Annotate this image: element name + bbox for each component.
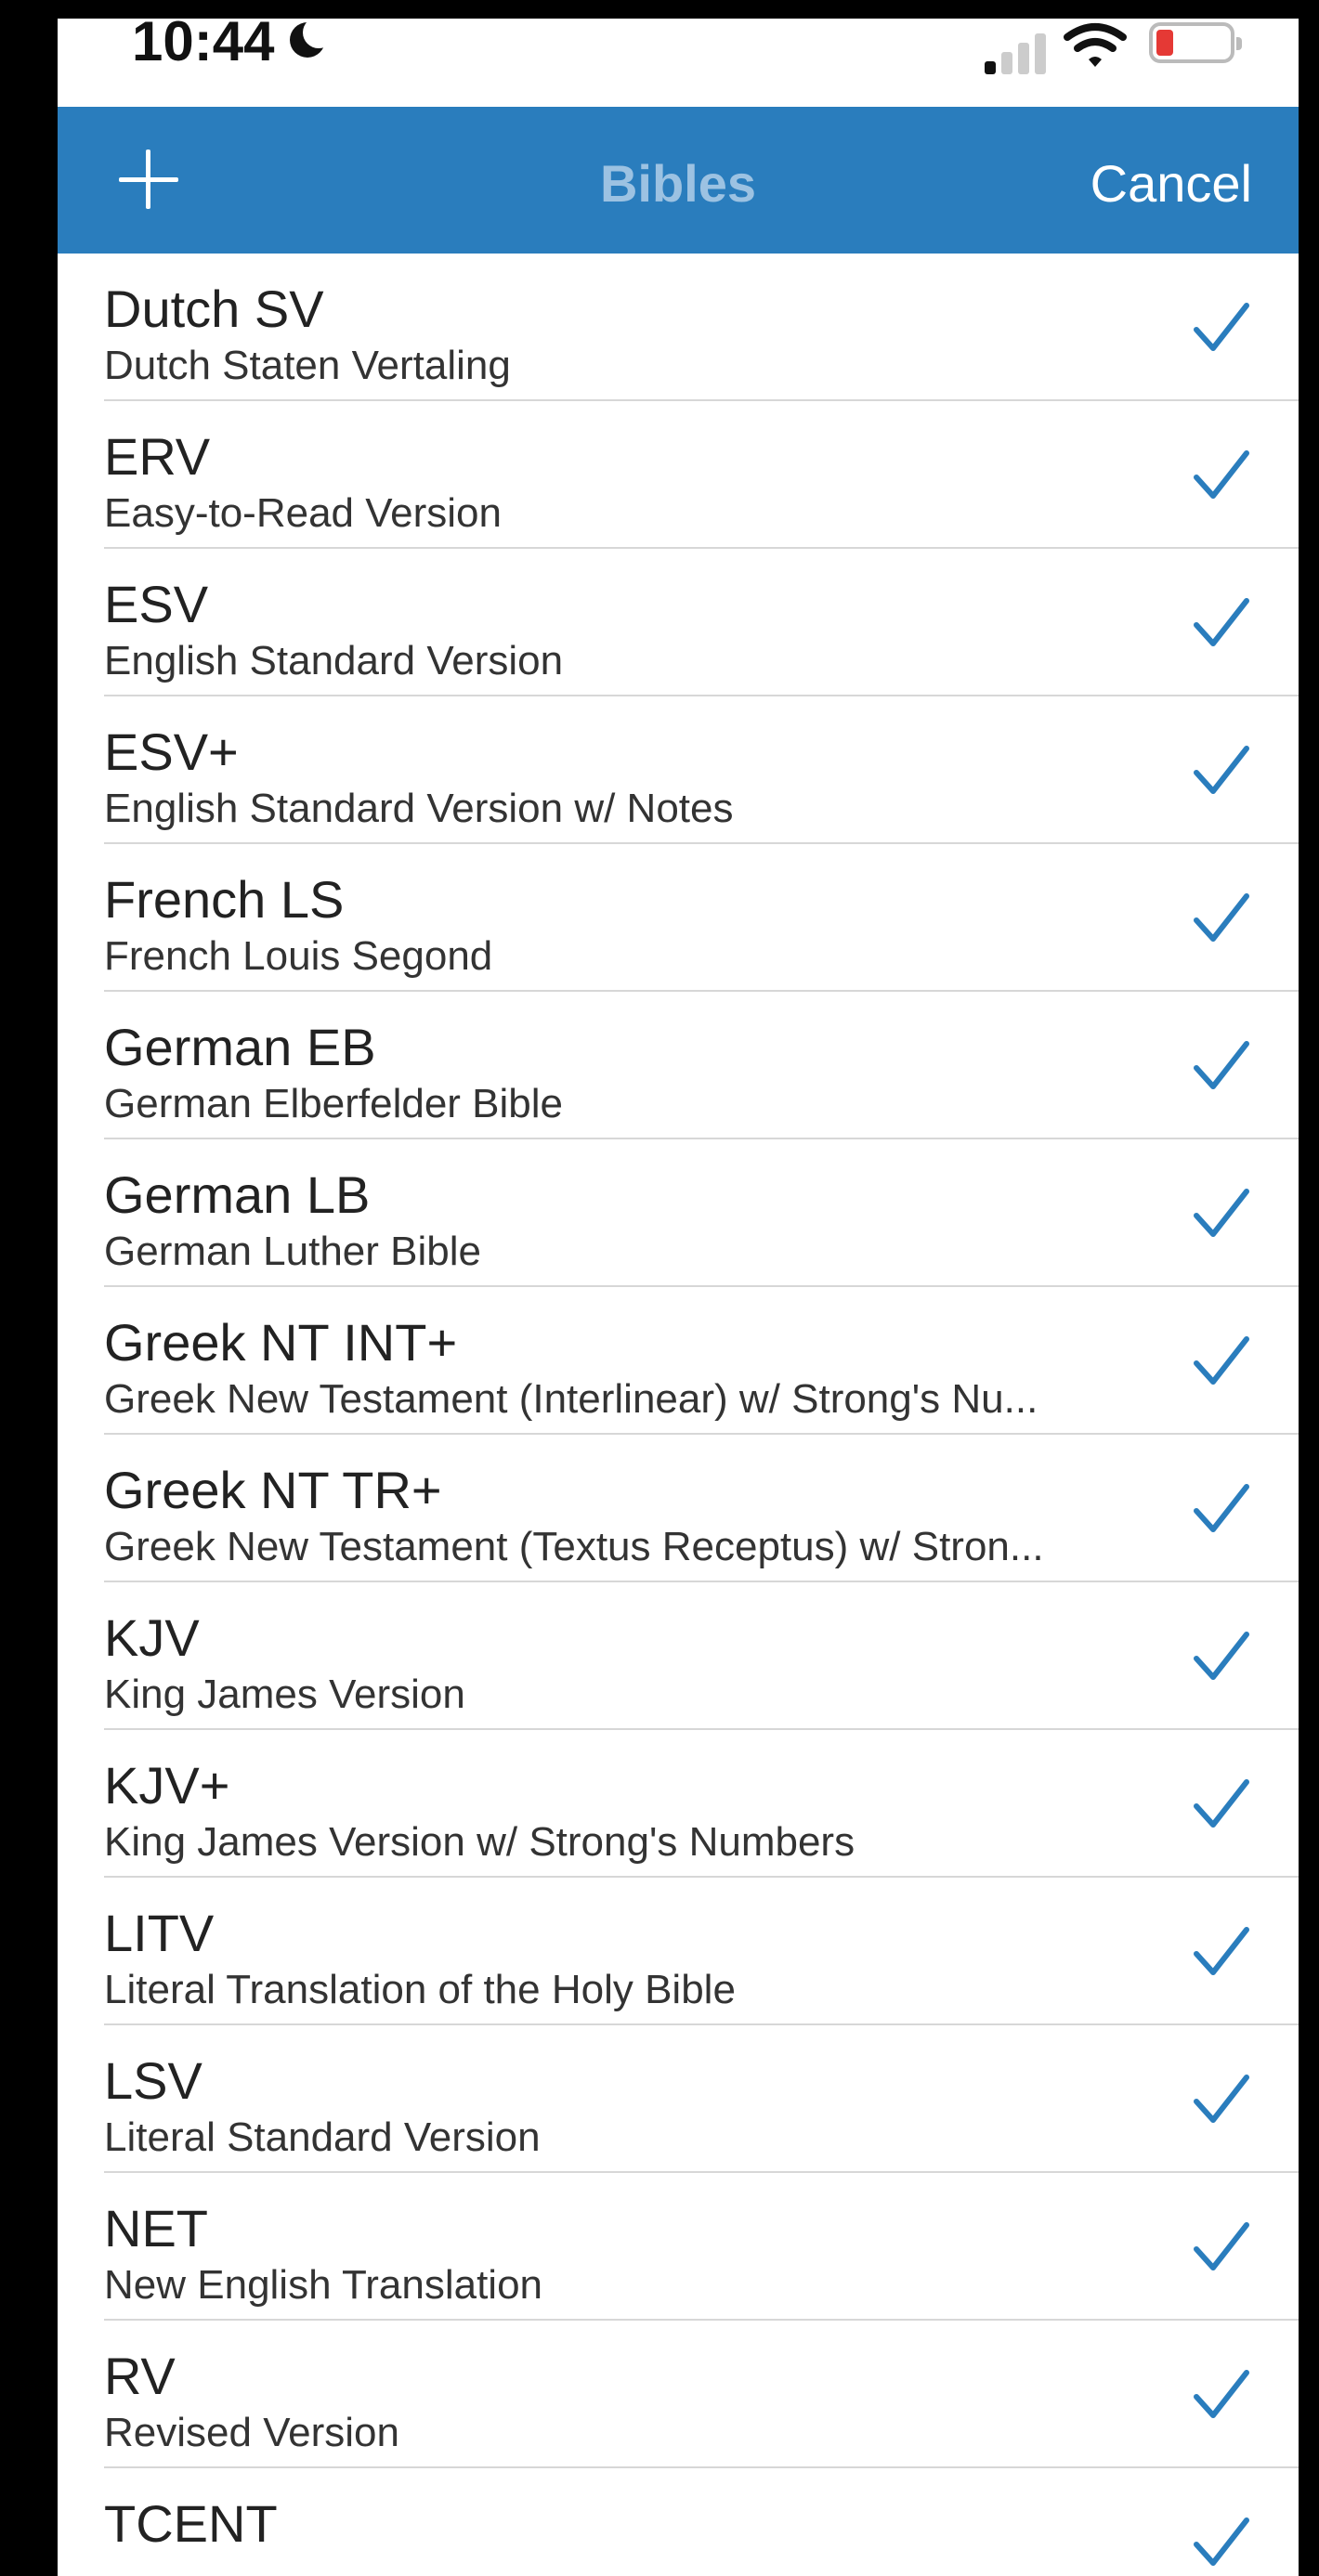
checkmark-icon (1194, 1041, 1249, 1089)
checkmark-icon (1194, 1779, 1249, 1828)
bible-list-item[interactable]: Greek NT INT+ Greek New Testament (Interl… (58, 1287, 1299, 1435)
do-not-disturb-moon-icon (290, 19, 334, 58)
cellular-signal-icon (985, 28, 1050, 74)
bible-list: Dutch SV Dutch Staten Vertaling ERV Easy-to… (58, 254, 1299, 2576)
checkmark-icon (1194, 2222, 1249, 2270)
bible-abbreviation: Dutch SV (104, 280, 324, 338)
bible-full-name: English Standard Version (104, 638, 564, 683)
bible-full-name: Literal Standard Version (104, 2114, 541, 2160)
bible-abbreviation: NET (104, 2199, 208, 2257)
bible-list-item[interactable]: NET New English Translation (58, 2173, 1299, 2321)
checkmark-icon (1194, 1336, 1249, 1385)
bible-abbreviation: TCENT (104, 2494, 278, 2553)
bible-full-name: German Elberfelder Bible (104, 1081, 564, 1126)
bible-full-name: King James Version w/ Strong's Numbers (104, 1819, 855, 1865)
bible-full-name: Greek New Testament (Textus Receptus) w/… (104, 1524, 1044, 1569)
checkmark-icon (1194, 1632, 1249, 1680)
bible-abbreviation: Greek NT TR+ (104, 1461, 442, 1519)
bible-abbreviation: ESV (104, 575, 209, 633)
bible-full-name: King James Version (104, 1672, 465, 1717)
bible-list-item[interactable]: LITV Literal Translation of the Holy Bibl… (58, 1878, 1299, 2025)
bible-full-name: New English Translation (104, 2262, 543, 2308)
bible-full-name: Dutch Staten Vertaling (104, 343, 511, 388)
bible-abbreviation: French LS (104, 870, 345, 929)
bible-full-name: Revised Version (104, 2410, 399, 2455)
bible-full-name: German Luther Bible (104, 1229, 481, 1274)
bible-list-item[interactable]: RV Revised Version (58, 2321, 1299, 2468)
bible-full-name: French Louis Segond (104, 933, 493, 979)
checkmark-icon (1194, 746, 1249, 794)
bible-list-item[interactable]: TCENT (58, 2468, 1299, 2576)
bible-list-item[interactable]: KJV+ King James Version w/ Strong's Numbe… (58, 1730, 1299, 1878)
checkmark-icon (1194, 893, 1249, 942)
bible-full-name: Literal Translation of the Holy Bible (104, 1967, 736, 2012)
checkmark-icon (1194, 2517, 1249, 2566)
bible-list-item[interactable]: KJV King James Version (58, 1582, 1299, 1730)
checkmark-icon (1194, 303, 1249, 351)
bible-list-item[interactable]: Dutch SV Dutch Staten Vertaling (58, 254, 1299, 401)
bible-abbreviation: LSV (104, 2051, 202, 2110)
bible-abbreviation: German EB (104, 1018, 376, 1076)
bible-abbreviation: RV (104, 2347, 176, 2405)
bible-list-item[interactable]: German LB German Luther Bible (58, 1139, 1299, 1287)
bible-abbreviation: Greek NT INT+ (104, 1313, 458, 1372)
bible-list-item[interactable]: Greek NT TR+ Greek New Testament (Textus … (58, 1435, 1299, 1582)
checkmark-icon (1194, 1927, 1249, 1975)
bible-abbreviation: ESV+ (104, 722, 239, 781)
bible-list-item[interactable]: LSV Literal Standard Version (58, 2025, 1299, 2173)
bible-abbreviation: ERV (104, 427, 211, 486)
checkmark-icon (1194, 1484, 1249, 1532)
bible-list-item[interactable]: French LS French Louis Segond (58, 844, 1299, 992)
bible-list-item[interactable]: ESV English Standard Version (58, 549, 1299, 696)
status-bar: 10:44 (58, 19, 1299, 107)
wifi-icon (1064, 23, 1127, 67)
app-screen: 10:44 Bibles Cancel Dutch SV Dutch Staten… (58, 19, 1299, 2576)
checkmark-icon (1194, 2075, 1249, 2123)
bible-full-name: Easy-to-Read Version (104, 490, 502, 536)
bible-abbreviation: German LB (104, 1165, 371, 1224)
bible-abbreviation: KJV (104, 1608, 200, 1667)
bible-abbreviation: LITV (104, 1904, 215, 1962)
bible-full-name: Greek New Testament (Interlinear) w/ Str… (104, 1376, 1038, 1422)
bible-full-name: English Standard Version w/ Notes (104, 786, 734, 831)
cancel-button[interactable]: Cancel (1090, 153, 1252, 214)
bible-list-item[interactable]: ERV Easy-to-Read Version (58, 401, 1299, 549)
status-time: 10:44 (132, 19, 275, 72)
checkmark-icon (1194, 450, 1249, 499)
checkmark-icon (1194, 1189, 1249, 1237)
battery-icon (1149, 22, 1242, 63)
navigation-bar: Bibles Cancel (58, 107, 1299, 254)
bible-list-item[interactable]: German EB German Elberfelder Bible (58, 992, 1299, 1139)
checkmark-icon (1194, 2370, 1249, 2418)
checkmark-icon (1194, 598, 1249, 646)
bible-list-item[interactable]: ESV+ English Standard Version w/ Notes (58, 696, 1299, 844)
bible-abbreviation: KJV+ (104, 1756, 230, 1815)
